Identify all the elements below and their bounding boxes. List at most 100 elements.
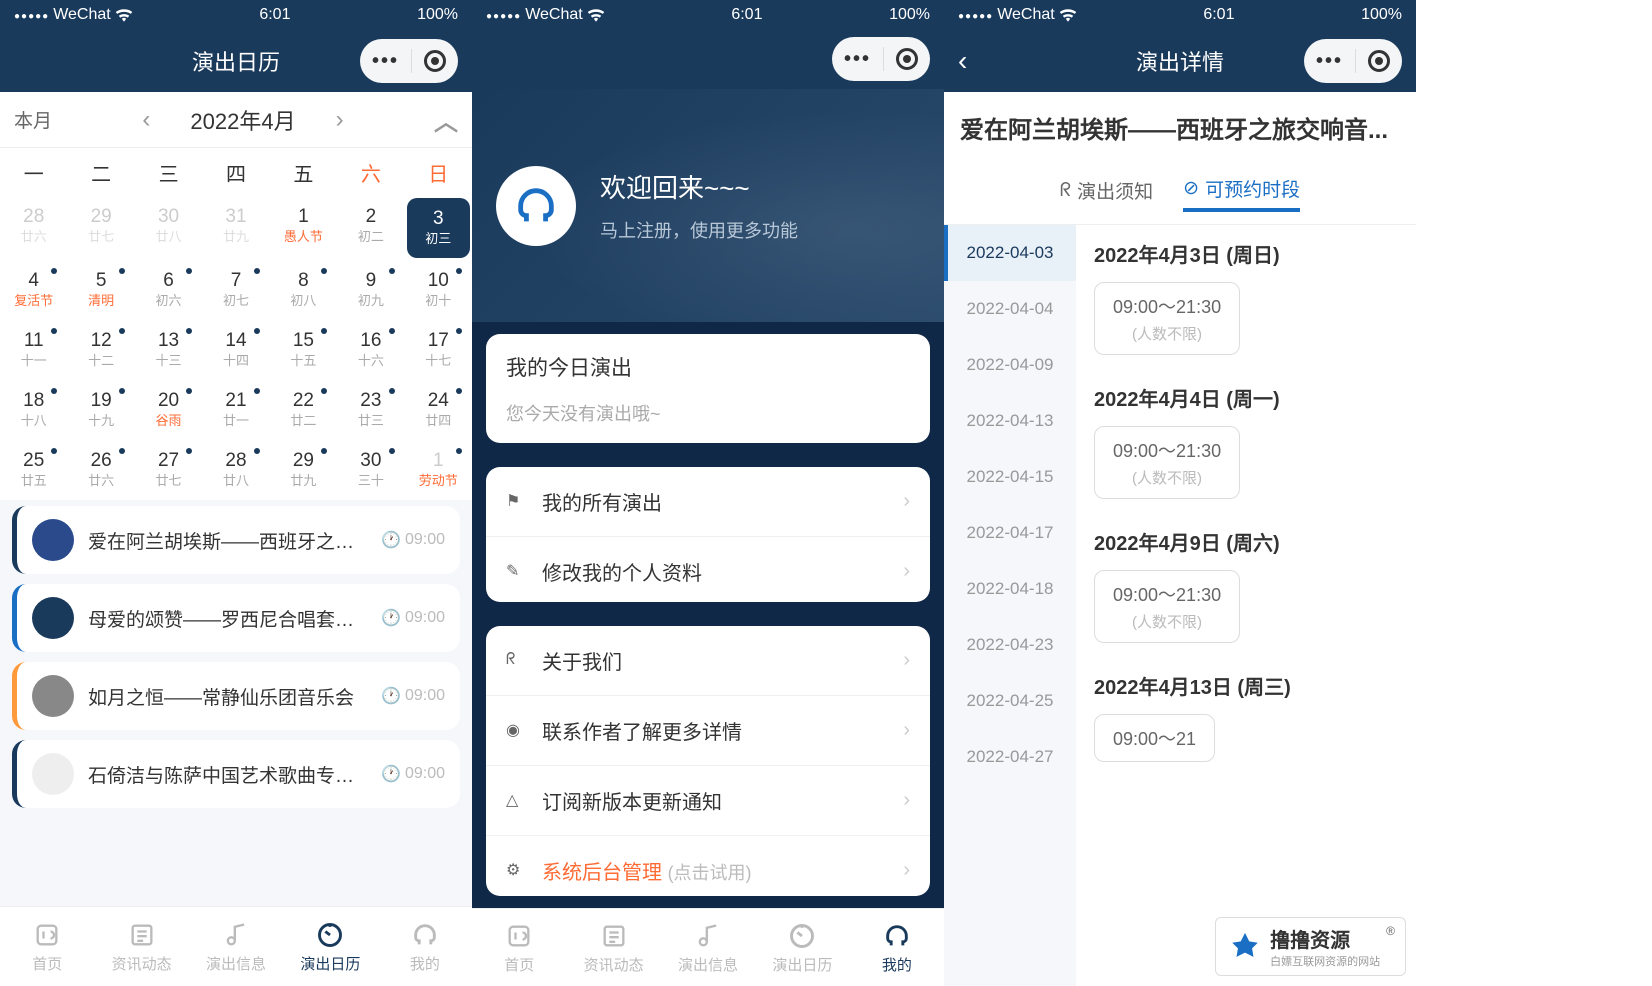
calendar-day[interactable]: 2初二 — [337, 196, 404, 256]
calendar-day[interactable]: 8初八 — [270, 260, 337, 320]
miniprogram-capsule[interactable]: ••• — [832, 37, 930, 81]
date-sidebar-item[interactable]: 2022-04-27 — [944, 729, 1076, 785]
next-month-button[interactable]: › — [336, 106, 344, 134]
slot-date-header: 2022年4月4日 (周一) — [1094, 383, 1398, 412]
calendar-day[interactable]: 17十七 — [405, 320, 472, 380]
clock-icon: 🕐 — [381, 764, 401, 784]
calendar-day[interactable]: 16十六 — [337, 320, 404, 380]
show-title: 爱在阿兰胡埃斯——西班牙之旅交响音... — [944, 92, 1416, 163]
calendar-day[interactable]: 13十三 — [135, 320, 202, 380]
this-month-button[interactable]: 本月 — [14, 106, 52, 133]
calendar-day[interactable]: 11十一 — [0, 320, 67, 380]
calendar-day[interactable]: 25廿五 — [0, 440, 67, 500]
list-row[interactable]: ✎修改我的个人资料› — [486, 537, 930, 602]
list-row[interactable]: ᖇ关于我们› — [486, 626, 930, 696]
tab-headphones[interactable]: 我的 — [850, 909, 944, 986]
event-card[interactable]: 爱在阿兰胡埃斯——西班牙之旅...🕐09:00 — [12, 506, 460, 574]
calendar-day[interactable]: 3初三 — [407, 198, 470, 258]
menu-dots-icon[interactable]: ••• — [1316, 50, 1343, 73]
event-card[interactable]: 母爱的颂赞——罗西尼合唱套曲...🕐09:00 — [12, 584, 460, 652]
date-sidebar-item[interactable]: 2022-04-13 — [944, 393, 1076, 449]
calendar-day[interactable]: 30廿八 — [135, 196, 202, 256]
tab-news[interactable]: 资讯动态 — [566, 909, 660, 986]
calendar-day[interactable]: 9初九 — [337, 260, 404, 320]
time-slot-button[interactable]: 09:00～21:30(人数不限) — [1094, 282, 1240, 355]
tab-music[interactable]: 演出信息 — [661, 909, 755, 986]
tab-headphones[interactable]: 我的 — [378, 907, 472, 986]
list-row[interactable]: ⚙系统后台管理 (点击试用)› — [486, 836, 930, 897]
calendar-day[interactable]: 29廿七 — [67, 196, 134, 256]
calendar-day[interactable]: 21廿一 — [202, 380, 269, 440]
date-sidebar-item[interactable]: 2022-04-25 — [944, 673, 1076, 729]
tab-booking-slots[interactable]: ⊘可预约时段 — [1183, 175, 1300, 212]
edit-icon: ✎ — [506, 561, 528, 581]
home-icon — [32, 920, 62, 950]
weekday-label: 日 — [405, 148, 472, 196]
chevron-right-icon: › — [903, 719, 910, 742]
tab-home[interactable]: 首页 — [0, 907, 94, 986]
calendar-day[interactable]: 1劳动节 — [405, 440, 472, 500]
calendar-day[interactable]: 15十五 — [270, 320, 337, 380]
music-icon — [693, 921, 723, 951]
tab-news[interactable]: 资讯动态 — [94, 907, 188, 986]
event-card[interactable]: 如月之恒——常静仙乐团音乐会🕐09:00 — [12, 662, 460, 730]
close-target-icon[interactable] — [896, 48, 918, 70]
calendar-day[interactable]: 24廿四 — [405, 380, 472, 440]
menu-dots-icon[interactable]: ••• — [372, 50, 399, 73]
calendar-day[interactable]: 23廿三 — [337, 380, 404, 440]
collapse-calendar-button[interactable]: ︿ — [434, 102, 458, 137]
date-sidebar-item[interactable]: 2022-04-15 — [944, 449, 1076, 505]
profile-hero[interactable]: 欢迎回来~~~ 马上注册，使用更多功能 — [472, 89, 944, 322]
calendar-day[interactable]: 7初七 — [202, 260, 269, 320]
list-row[interactable]: ◉联系作者了解更多详情› — [486, 696, 930, 766]
calendar-day[interactable]: 22廿二 — [270, 380, 337, 440]
date-sidebar-item[interactable]: 2022-04-18 — [944, 561, 1076, 617]
tab-calendar[interactable]: 演出日历 — [755, 909, 849, 986]
list-row[interactable]: △订阅新版本更新通知› — [486, 766, 930, 836]
miniprogram-capsule[interactable]: ••• — [360, 39, 458, 83]
calendar-day[interactable]: 29廿九 — [270, 440, 337, 500]
calendar-day[interactable]: 26廿六 — [67, 440, 134, 500]
calendar-day[interactable]: 20谷雨 — [135, 380, 202, 440]
calendar-day[interactable]: 27廿七 — [135, 440, 202, 500]
list-row[interactable]: ⚑我的所有演出› — [486, 467, 930, 537]
calendar-day[interactable]: 5清明 — [67, 260, 134, 320]
prev-month-button[interactable]: ‹ — [142, 106, 150, 134]
calendar-day[interactable]: 28廿六 — [0, 196, 67, 256]
calendar-day[interactable]: 1愚人节 — [270, 196, 337, 256]
back-button[interactable]: ‹ — [958, 45, 967, 77]
status-bar: WeChat 6:01 100% — [944, 0, 1416, 30]
list-label: 修改我的个人资料 — [542, 557, 889, 586]
date-sidebar-item[interactable]: 2022-04-04 — [944, 281, 1076, 337]
menu-dots-icon[interactable]: ••• — [844, 48, 871, 71]
tab-music[interactable]: 演出信息 — [189, 907, 283, 986]
time-slot-button[interactable]: 09:00～21 — [1094, 714, 1215, 762]
event-card[interactable]: 石倚洁与陈萨中国艺术歌曲专场...🕐09:00 — [12, 740, 460, 808]
calendar-day[interactable]: 28廿八 — [202, 440, 269, 500]
date-sidebar-item[interactable]: 2022-04-17 — [944, 505, 1076, 561]
date-sidebar-item[interactable]: 2022-04-23 — [944, 617, 1076, 673]
close-target-icon[interactable] — [424, 50, 446, 72]
calendar-day[interactable]: 14十四 — [202, 320, 269, 380]
date-sidebar-item[interactable]: 2022-04-03 — [944, 225, 1076, 281]
wifi-icon — [587, 8, 605, 22]
calendar-day[interactable]: 19十九 — [67, 380, 134, 440]
time-slot-button[interactable]: 09:00～21:30(人数不限) — [1094, 570, 1240, 643]
headphones-icon — [513, 183, 559, 229]
status-battery: 100% — [417, 6, 458, 24]
calendar-day[interactable]: 31廿九 — [202, 196, 269, 256]
close-target-icon[interactable] — [1368, 50, 1390, 72]
time-slot-button[interactable]: 09:00～21:30(人数不限) — [1094, 426, 1240, 499]
calendar-day[interactable]: 6初六 — [135, 260, 202, 320]
miniprogram-capsule[interactable]: ••• — [1304, 39, 1402, 83]
calendar-day[interactable]: 18十八 — [0, 380, 67, 440]
date-sidebar-item[interactable]: 2022-04-09 — [944, 337, 1076, 393]
wifi-icon — [115, 8, 133, 22]
calendar-day[interactable]: 10初十 — [405, 260, 472, 320]
calendar-day[interactable]: 30三十 — [337, 440, 404, 500]
calendar-day[interactable]: 12十二 — [67, 320, 134, 380]
tab-notice[interactable]: ᖇ演出须知 — [1060, 175, 1153, 212]
tab-calendar[interactable]: 演出日历 — [283, 907, 377, 986]
calendar-day[interactable]: 4复活节 — [0, 260, 67, 320]
tab-home[interactable]: 首页 — [472, 909, 566, 986]
